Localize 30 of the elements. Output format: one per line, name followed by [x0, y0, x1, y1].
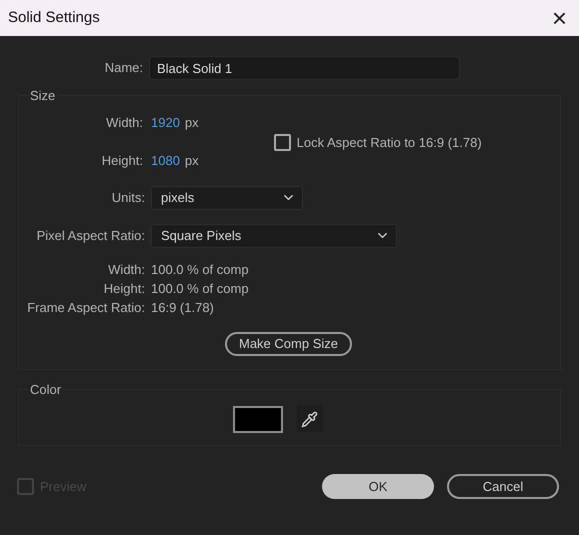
info-label: Width: [107, 260, 146, 279]
dimension-value[interactable]: 1080 [151, 150, 180, 170]
info-value: 16:9 (1.78) [151, 298, 214, 317]
unit-label: px [184, 114, 199, 132]
close-button[interactable]: × [552, 5, 567, 31]
ok-button[interactable]: OK [322, 474, 434, 499]
color-swatch[interactable] [232, 406, 282, 432]
unit-label: px [184, 152, 199, 170]
color-legend: Color [28, 380, 64, 400]
dimension-label: Width: [105, 114, 144, 132]
info-label: Height: [102, 280, 146, 298]
lock-aspect-label: Lock Aspect Ratio to 16:9 (1.78) [296, 134, 482, 152]
eyedropper-icon [301, 410, 318, 428]
pixel-aspect-dropdown[interactable]: Square Pixels [151, 224, 397, 248]
info-value: 100.0 % of comp [151, 280, 249, 298]
dimension-label: Height: [100, 152, 144, 170]
info-value: 100.0 % of comp [151, 260, 249, 279]
make-comp-size-button[interactable]: Make Comp Size [225, 332, 352, 356]
info-label: Frame Aspect Ratio: [26, 298, 146, 317]
eyedropper-button[interactable] [296, 406, 322, 432]
size-legend: Size [28, 86, 58, 106]
pixel-aspect-label: Pixel Aspect Ratio: [36, 226, 146, 245]
units-label: Units: [110, 188, 146, 207]
window-title: Solid Settings [8, 8, 100, 28]
name-field[interactable]: Black Solid 1 [149, 56, 460, 80]
dimension-value[interactable]: 1920 [151, 112, 180, 132]
name-label: Name: [104, 59, 144, 78]
cancel-button[interactable]: Cancel [447, 474, 559, 499]
lock-aspect-checkbox[interactable] [274, 134, 291, 151]
units-dropdown[interactable]: pixels [151, 186, 303, 210]
